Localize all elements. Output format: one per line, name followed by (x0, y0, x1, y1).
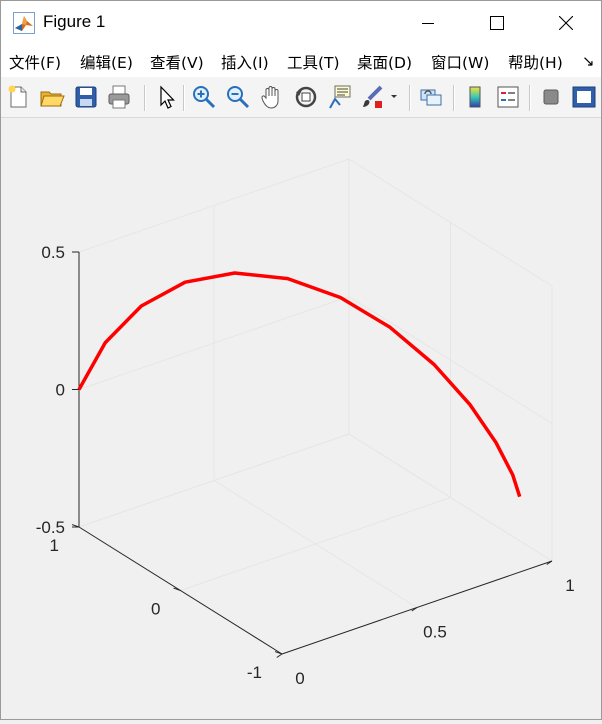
new-figure-icon (8, 85, 27, 108)
toolbar-separator (409, 85, 411, 111)
z-tick-label: 0 (56, 381, 65, 400)
close-icon (559, 16, 573, 30)
show-plot-tools-icon (572, 86, 596, 108)
close-button[interactable] (543, 1, 589, 45)
brush-icon (363, 85, 383, 108)
zoom-out-icon (227, 86, 250, 109)
toolbar-separator (144, 85, 146, 111)
x-tick-label: 0.5 (423, 623, 447, 642)
data-cursor-button[interactable] (327, 84, 353, 110)
grid-line (180, 497, 451, 591)
x-tick-label: 1 (565, 576, 574, 595)
menu-desktop[interactable]: 桌面(D) (357, 51, 412, 73)
plot-area[interactable]: 0 0.5 1 1 0 -1 0.5 0 -0.5 (1, 118, 601, 719)
zoom-in-button[interactable] (191, 84, 217, 110)
x-tick-label: 0 (295, 669, 304, 688)
toolbar-separator (453, 85, 455, 111)
menu-window[interactable]: 窗口(W) (431, 51, 489, 73)
insert-legend-button[interactable] (495, 84, 521, 110)
data-line-series[interactable] (77, 271, 522, 498)
window-title: Figure 1 (43, 12, 106, 31)
brush-dropdown-icon (391, 95, 397, 98)
menu-insert[interactable]: 插入(I) (221, 51, 269, 73)
menu-view[interactable]: 查看(V) (150, 51, 204, 73)
menu-edit[interactable]: 编辑(E) (80, 51, 133, 73)
open-file-icon (40, 91, 65, 107)
toolbar-separator (183, 85, 185, 111)
print-figure-button[interactable] (106, 84, 132, 110)
figure-window: Figure 1 文件(F) 编辑(E) 查看(V) 插入(I) 工具(T) 桌… (0, 0, 602, 720)
zoom-out-button[interactable] (225, 84, 251, 110)
y-tick-label: 1 (50, 536, 59, 555)
hide-plot-tools-icon (543, 89, 559, 105)
new-figure-button[interactable] (5, 84, 31, 110)
hide-plot-tools-button[interactable] (538, 84, 564, 110)
maximize-icon (490, 16, 504, 30)
open-file-button[interactable] (39, 84, 65, 110)
y-tick-label: -1 (247, 663, 262, 682)
rotate-3d-button[interactable] (293, 84, 319, 110)
z-tick-label: -0.5 (36, 518, 65, 537)
zoom-in-icon (193, 86, 216, 109)
save-figure-button[interactable] (73, 84, 99, 110)
insert-legend-icon (497, 86, 519, 108)
link-plot-button[interactable] (418, 84, 444, 110)
x-tick (276, 653, 283, 658)
show-plot-tools-button[interactable] (571, 84, 597, 110)
print-figure-icon (108, 85, 130, 109)
matlab-logo-icon (13, 12, 35, 34)
edit-plot-button[interactable] (153, 84, 179, 110)
menu-bar: 文件(F) 编辑(E) 查看(V) 插入(I) 工具(T) 桌面(D) 窗口(W… (1, 45, 601, 77)
edit-plot-arrow-icon (160, 85, 175, 109)
brush-dropdown-button[interactable] (388, 84, 400, 110)
rotate-3d-icon (295, 86, 317, 108)
link-plot-icon (420, 89, 442, 106)
menu-tools[interactable]: 工具(T) (287, 51, 340, 73)
pan-button[interactable] (259, 84, 285, 110)
brush-button[interactable] (360, 84, 386, 110)
insert-colorbar-icon (469, 86, 481, 108)
z-tick-label: 0.5 (41, 243, 65, 262)
menu-help[interactable]: 帮助(H) (508, 51, 563, 73)
toolbar-separator (529, 85, 531, 111)
insert-colorbar-button[interactable] (462, 84, 488, 110)
figure-toolbar (1, 77, 601, 118)
minimize-button[interactable] (405, 1, 451, 45)
maximize-button[interactable] (474, 1, 520, 45)
y-tick-label: 0 (151, 600, 160, 619)
save-figure-icon (75, 86, 97, 108)
menu-overflow-button[interactable]: ↘ (582, 52, 595, 70)
menu-file[interactable]: 文件(F) (9, 51, 61, 73)
minimize-icon (422, 23, 434, 24)
data-cursor-icon (329, 85, 351, 109)
title-bar[interactable]: Figure 1 (1, 1, 601, 45)
pan-hand-icon (261, 86, 279, 109)
3d-axes[interactable]: 0 0.5 1 1 0 -1 0.5 0 -0.5 (1, 118, 601, 719)
